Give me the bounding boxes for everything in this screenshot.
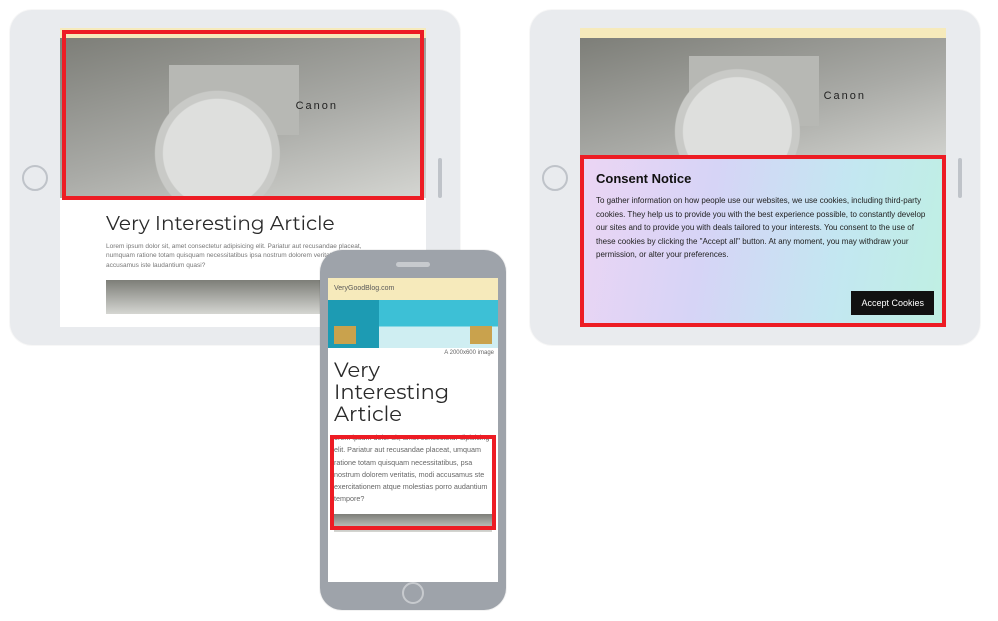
header-bar <box>580 28 946 38</box>
phone-hero-image <box>328 300 498 348</box>
hero-image: Canon <box>60 38 426 198</box>
tablet-right-screen: Canon Consent Notice To gather informati… <box>580 28 946 327</box>
phone-site-bar: VeryGoodBlog.com <box>328 278 498 300</box>
phone-site-label: VeryGoodBlog.com <box>334 285 394 292</box>
article-title: Very Interesting Article <box>106 212 380 236</box>
phone-frame: VeryGoodBlog.com A 2000x600 image Very I… <box>320 250 506 610</box>
header-bar <box>60 28 426 38</box>
tablet-right-frame: Canon Consent Notice To gather informati… <box>530 10 980 345</box>
phone-screen: VeryGoodBlog.com A 2000x600 image Very I… <box>328 278 498 582</box>
consent-notice: Consent Notice To gather information on … <box>580 159 946 327</box>
hero-image: Canon <box>580 38 946 168</box>
phone-article-title: Very Interesting Article <box>334 360 492 426</box>
hut-icon <box>334 326 356 344</box>
camera-brand-label: Canon <box>824 90 866 102</box>
camera-brand-label: Canon <box>296 100 338 112</box>
accept-cookies-button[interactable]: Accept Cookies <box>851 291 934 315</box>
consent-heading: Consent Notice <box>596 171 930 186</box>
phone-article-lorem: orem ipsum dolor sit, amet consectetur d… <box>334 432 492 505</box>
phone-image-caption: A 2000x600 image <box>328 348 498 358</box>
consent-body: To gather information on how people use … <box>596 194 930 262</box>
hut-icon <box>470 326 492 344</box>
phone-sub-image <box>334 514 492 532</box>
